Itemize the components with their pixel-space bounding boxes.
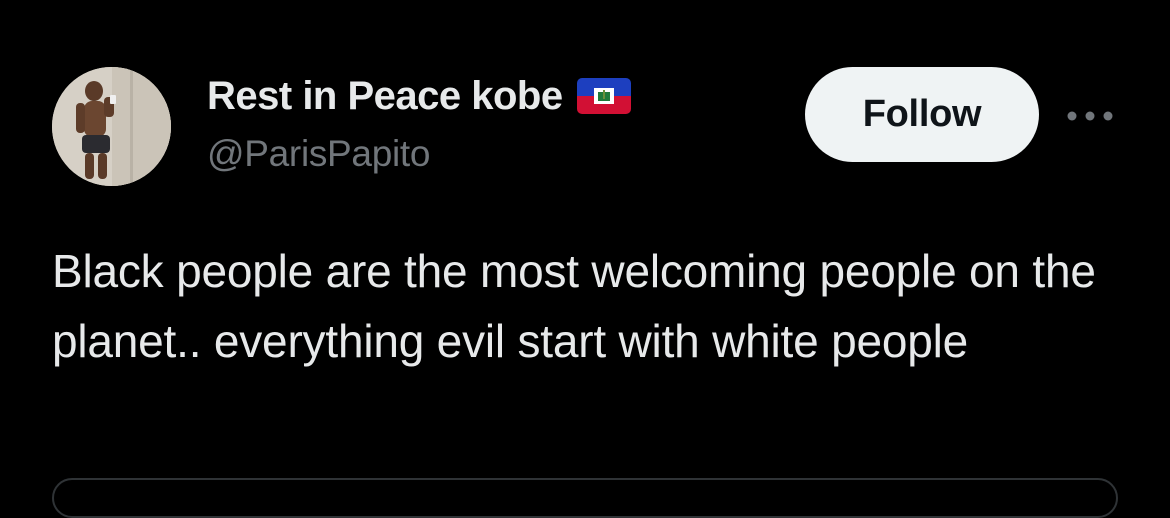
haiti-flag-icon (576, 78, 631, 114)
embedded-card[interactable] (52, 478, 1118, 518)
more-options-button[interactable] (1062, 98, 1118, 134)
avatar[interactable] (52, 67, 171, 186)
display-name[interactable]: Rest in Peace kobe (207, 74, 563, 119)
follow-button[interactable]: Follow (805, 67, 1039, 162)
display-name-row[interactable]: Rest in Peace kobe (207, 72, 631, 120)
username-handle[interactable]: @ParisPapito (207, 133, 430, 175)
tweet: Rest in Peace kobe @ParisPapito Follow B… (0, 0, 1170, 518)
avatar-image (52, 67, 171, 186)
tweet-text: Black people are the most welcoming peop… (52, 245, 1096, 367)
more-horizontal-icon (1067, 111, 1113, 121)
